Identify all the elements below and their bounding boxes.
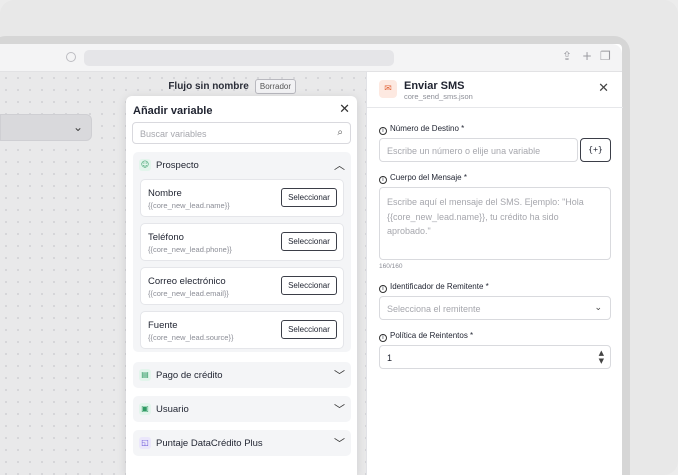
canvas-node-dropdown[interactable]: ⌄ (0, 114, 92, 141)
insert-variable-button[interactable]: {+} (580, 138, 611, 162)
retry-policy-stepper[interactable]: 1 ▲ ▼ (379, 345, 611, 369)
info-icon: i (379, 127, 387, 135)
select-placeholder: Selecciona el remitente (387, 304, 481, 314)
report-search-icon: ◱ (139, 437, 151, 449)
chevron-down-icon: ⌄ (594, 303, 602, 313)
info-icon: i (379, 285, 387, 293)
group-label: Usuario (156, 404, 189, 415)
close-icon[interactable]: ✕ (598, 81, 609, 96)
variable-name: Fuente (148, 320, 178, 331)
panel-header: ✉ Enviar SMS core_send_sms.json ✕ (367, 72, 623, 108)
list-item: Correo electrónico {{core_new_lead.email… (140, 267, 344, 305)
user-plus-icon: ☺ (139, 159, 151, 171)
remitente-label: i Identificador de Remitente * (379, 282, 489, 293)
variable-key: {{core_new_lead.phone}} (148, 245, 232, 254)
chevron-down-icon[interactable]: ﹀ (334, 435, 345, 451)
chevron-down-icon[interactable]: ﹀ (334, 367, 345, 383)
group-label: Pago de crédito (156, 370, 223, 381)
variable-key: {{core_new_lead.source}} (148, 333, 234, 342)
panel-subtitle: core_send_sms.json (404, 92, 473, 101)
info-icon: i (379, 176, 387, 184)
stepper-value: 1 (387, 353, 393, 363)
close-icon[interactable]: ✕ (339, 102, 350, 117)
select-button[interactable]: Seleccionar (281, 232, 337, 251)
id-card-icon: ▣ (139, 403, 151, 415)
group-label: Puntaje DataCrédito Plus (156, 438, 263, 449)
panel-title: Enviar SMS (404, 80, 465, 92)
flow-title[interactable]: Flujo sin nombre (168, 81, 249, 92)
group-puntaje-datacredito[interactable]: ◱ Puntaje DataCrédito Plus ﹀ (133, 430, 351, 456)
receipt-icon: ▤ (139, 369, 151, 381)
group-label: Prospecto (156, 160, 199, 171)
variable-name: Nombre (148, 188, 182, 199)
group-pago-credito[interactable]: ▤ Pago de crédito ﹀ (133, 362, 351, 388)
add-variable-panel: Añadir variable ✕ Buscar variables ⌕ ☺ P… (126, 96, 357, 475)
send-sms-panel: ✉ Enviar SMS core_send_sms.json ✕ i Númer… (366, 72, 623, 475)
group-prospecto: ☺ Prospecto ︿ Nombre {{core_new_lead.nam… (133, 152, 351, 352)
list-item: Nombre {{core_new_lead.name}} Selecciona… (140, 179, 344, 217)
info-icon: i (379, 334, 387, 342)
chevron-down-icon[interactable]: ﹀ (334, 401, 345, 417)
reintentos-label: i Política de Reintentos * (379, 331, 473, 342)
variable-name: Teléfono (148, 232, 184, 243)
character-counter: 160/160 (379, 263, 403, 270)
panel-title: Añadir variable (133, 105, 213, 117)
group-usuario[interactable]: ▣ Usuario ﹀ (133, 396, 351, 422)
search-placeholder: Buscar variables (140, 129, 207, 139)
destination-number-input[interactable]: Escribe un número o elije una variable (379, 138, 578, 162)
group-header[interactable]: ☺ Prospecto ︿ (133, 152, 351, 178)
variable-key: {{core_new_lead.email}} (148, 289, 229, 298)
variable-key: {{core_new_lead.name}} (148, 201, 230, 210)
status-badge: Borrador (254, 78, 296, 94)
select-button[interactable]: Seleccionar (281, 320, 337, 339)
privacy-icon[interactable] (66, 52, 76, 62)
sender-id-select[interactable]: Selecciona el remitente ⌄ (379, 296, 611, 320)
select-button[interactable]: Seleccionar (281, 276, 337, 295)
tabs-overview-icon[interactable]: ❐ (600, 49, 611, 63)
destino-label: i Número de Destino * (379, 124, 464, 135)
cuerpo-label: i Cuerpo del Mensaje * (379, 173, 467, 184)
browser-toolbar: ⇪ + ❐ (0, 44, 622, 72)
group-header[interactable]: ▣ Usuario ﹀ (133, 396, 351, 422)
list-item: Fuente {{core_new_lead.source}} Seleccio… (140, 311, 344, 349)
new-tab-icon[interactable]: + (582, 49, 592, 63)
chevron-down-icon: ⌄ (72, 120, 83, 134)
group-header[interactable]: ◱ Puntaje DataCrédito Plus ﹀ (133, 430, 351, 456)
message-body-textarea[interactable]: Escribe aquí el mensaje del SMS. Ejemplo… (379, 187, 611, 260)
search-icon: ⌕ (337, 127, 343, 138)
sms-icon: ✉ (379, 80, 397, 98)
share-icon[interactable]: ⇪ (562, 49, 572, 63)
address-bar[interactable] (84, 50, 394, 66)
group-header[interactable]: ▤ Pago de crédito ﹀ (133, 362, 351, 388)
input-placeholder: Escribe un número o elije una variable (387, 146, 541, 156)
variable-name: Correo electrónico (148, 276, 226, 287)
chevron-up-icon[interactable]: ︿ (334, 157, 345, 173)
search-input[interactable]: Buscar variables ⌕ (132, 122, 351, 144)
select-button[interactable]: Seleccionar (281, 188, 337, 207)
textarea-placeholder: Escribe aquí el mensaje del SMS. Ejemplo… (387, 197, 584, 236)
list-item: Teléfono {{core_new_lead.phone}} Selecci… (140, 223, 344, 261)
stepper-arrows-icon[interactable]: ▲ ▼ (599, 349, 604, 365)
